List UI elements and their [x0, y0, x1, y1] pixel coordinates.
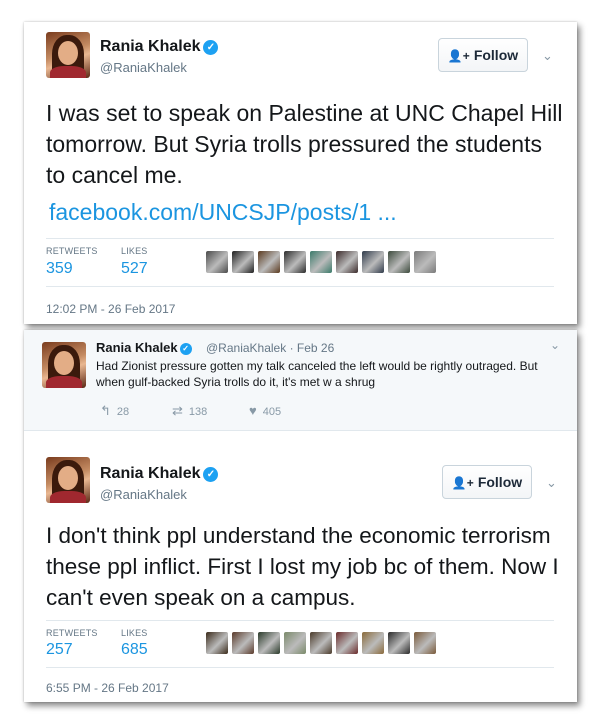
avatar[interactable]	[42, 342, 86, 388]
tweet-text: I was set to speak on Palestine at UNC C…	[46, 100, 563, 188]
liker-avatar[interactable]	[206, 632, 228, 654]
tweet-text: I don't think ppl understand the economi…	[46, 523, 559, 610]
follow-button[interactable]: 👤+ Follow	[438, 38, 528, 72]
like-action[interactable]: ♥ 405	[249, 403, 281, 418]
likes-count[interactable]: 685	[121, 641, 148, 659]
liker-avatar[interactable]	[388, 251, 410, 273]
author-name[interactable]: Rania Khalek ✓	[100, 38, 219, 56]
author-meta[interactable]: @RaniaKhalek · Feb 26	[206, 341, 334, 355]
liker-avatar[interactable]	[336, 632, 358, 654]
liker-avatar[interactable]	[388, 632, 410, 654]
chevron-down-icon[interactable]: ⌄	[550, 338, 560, 352]
chevron-down-icon[interactable]: ⌄	[542, 48, 553, 64]
liker-avatar[interactable]	[232, 251, 254, 273]
liker-avatar[interactable]	[258, 251, 280, 273]
liker-avatar[interactable]	[284, 632, 306, 654]
heart-icon: ♥	[249, 403, 257, 418]
liker-avatar[interactable]	[414, 632, 436, 654]
author-handle[interactable]: @RaniaKhalek	[100, 60, 187, 75]
likes-count[interactable]: 527	[121, 260, 148, 278]
liker-avatar[interactable]	[362, 251, 384, 273]
divider	[46, 286, 554, 287]
divider	[46, 667, 554, 668]
liker-avatar[interactable]	[206, 251, 228, 273]
retweet-icon: ⇄	[172, 403, 183, 418]
retweets-label: RETWEETS	[46, 628, 98, 638]
retweets-count[interactable]: 359	[46, 260, 73, 278]
tweet-link[interactable]: facebook.com/UNCSJP/posts/1 ...	[49, 199, 397, 226]
parent-tweet[interactable]: Rania Khalek ✓ @RaniaKhalek · Feb 26 ⌄ Ha…	[24, 330, 577, 431]
follow-button[interactable]: 👤+ Follow	[442, 465, 532, 499]
person-plus-icon: 👤+	[447, 49, 470, 63]
author-handle[interactable]: @RaniaKhalek	[100, 487, 187, 502]
liker-avatar[interactable]	[258, 632, 280, 654]
avatar[interactable]	[46, 32, 90, 78]
author-name[interactable]: Rania Khalek ✓	[100, 465, 219, 483]
retweet-action[interactable]: ⇄ 138	[172, 403, 207, 419]
retweets-count[interactable]: 257	[46, 641, 73, 659]
avatar[interactable]	[46, 457, 90, 503]
liker-avatar[interactable]	[232, 632, 254, 654]
liker-avatars	[206, 632, 436, 654]
likes-label: LIKES	[121, 628, 148, 638]
verified-icon: ✓	[203, 40, 219, 55]
tweet-card-2: Rania Khalek ✓ @RaniaKhalek · Feb 26 ⌄ Ha…	[24, 330, 577, 702]
likes-label: LIKES	[121, 246, 148, 256]
parent-tweet-text: Had Zionist pressure gotten my talk canc…	[96, 359, 538, 389]
liker-avatar[interactable]	[414, 251, 436, 273]
verified-icon: ✓	[203, 467, 219, 482]
tweet-timestamp[interactable]: 12:02 PM - 26 Feb 2017	[46, 302, 175, 316]
verified-icon: ✓	[179, 343, 192, 355]
divider	[46, 238, 554, 239]
tweet-timestamp[interactable]: 6:55 PM - 26 Feb 2017	[46, 681, 169, 695]
liker-avatars	[206, 251, 436, 273]
liker-avatar[interactable]	[284, 251, 306, 273]
liker-avatar[interactable]	[310, 632, 332, 654]
liker-avatar[interactable]	[310, 251, 332, 273]
retweets-label: RETWEETS	[46, 246, 98, 256]
person-plus-icon: 👤+	[451, 476, 474, 490]
divider	[46, 620, 554, 621]
author-name[interactable]: Rania Khalek ✓	[96, 340, 192, 355]
chevron-down-icon[interactable]: ⌄	[546, 475, 557, 491]
tweet-card-1: Rania Khalek ✓ @RaniaKhalek 👤+ Follow ⌄ I …	[24, 22, 577, 324]
liker-avatar[interactable]	[336, 251, 358, 273]
liker-avatar[interactable]	[362, 632, 384, 654]
reply-icon: ↰	[100, 403, 111, 418]
reply-action[interactable]: ↰ 28	[100, 403, 129, 419]
